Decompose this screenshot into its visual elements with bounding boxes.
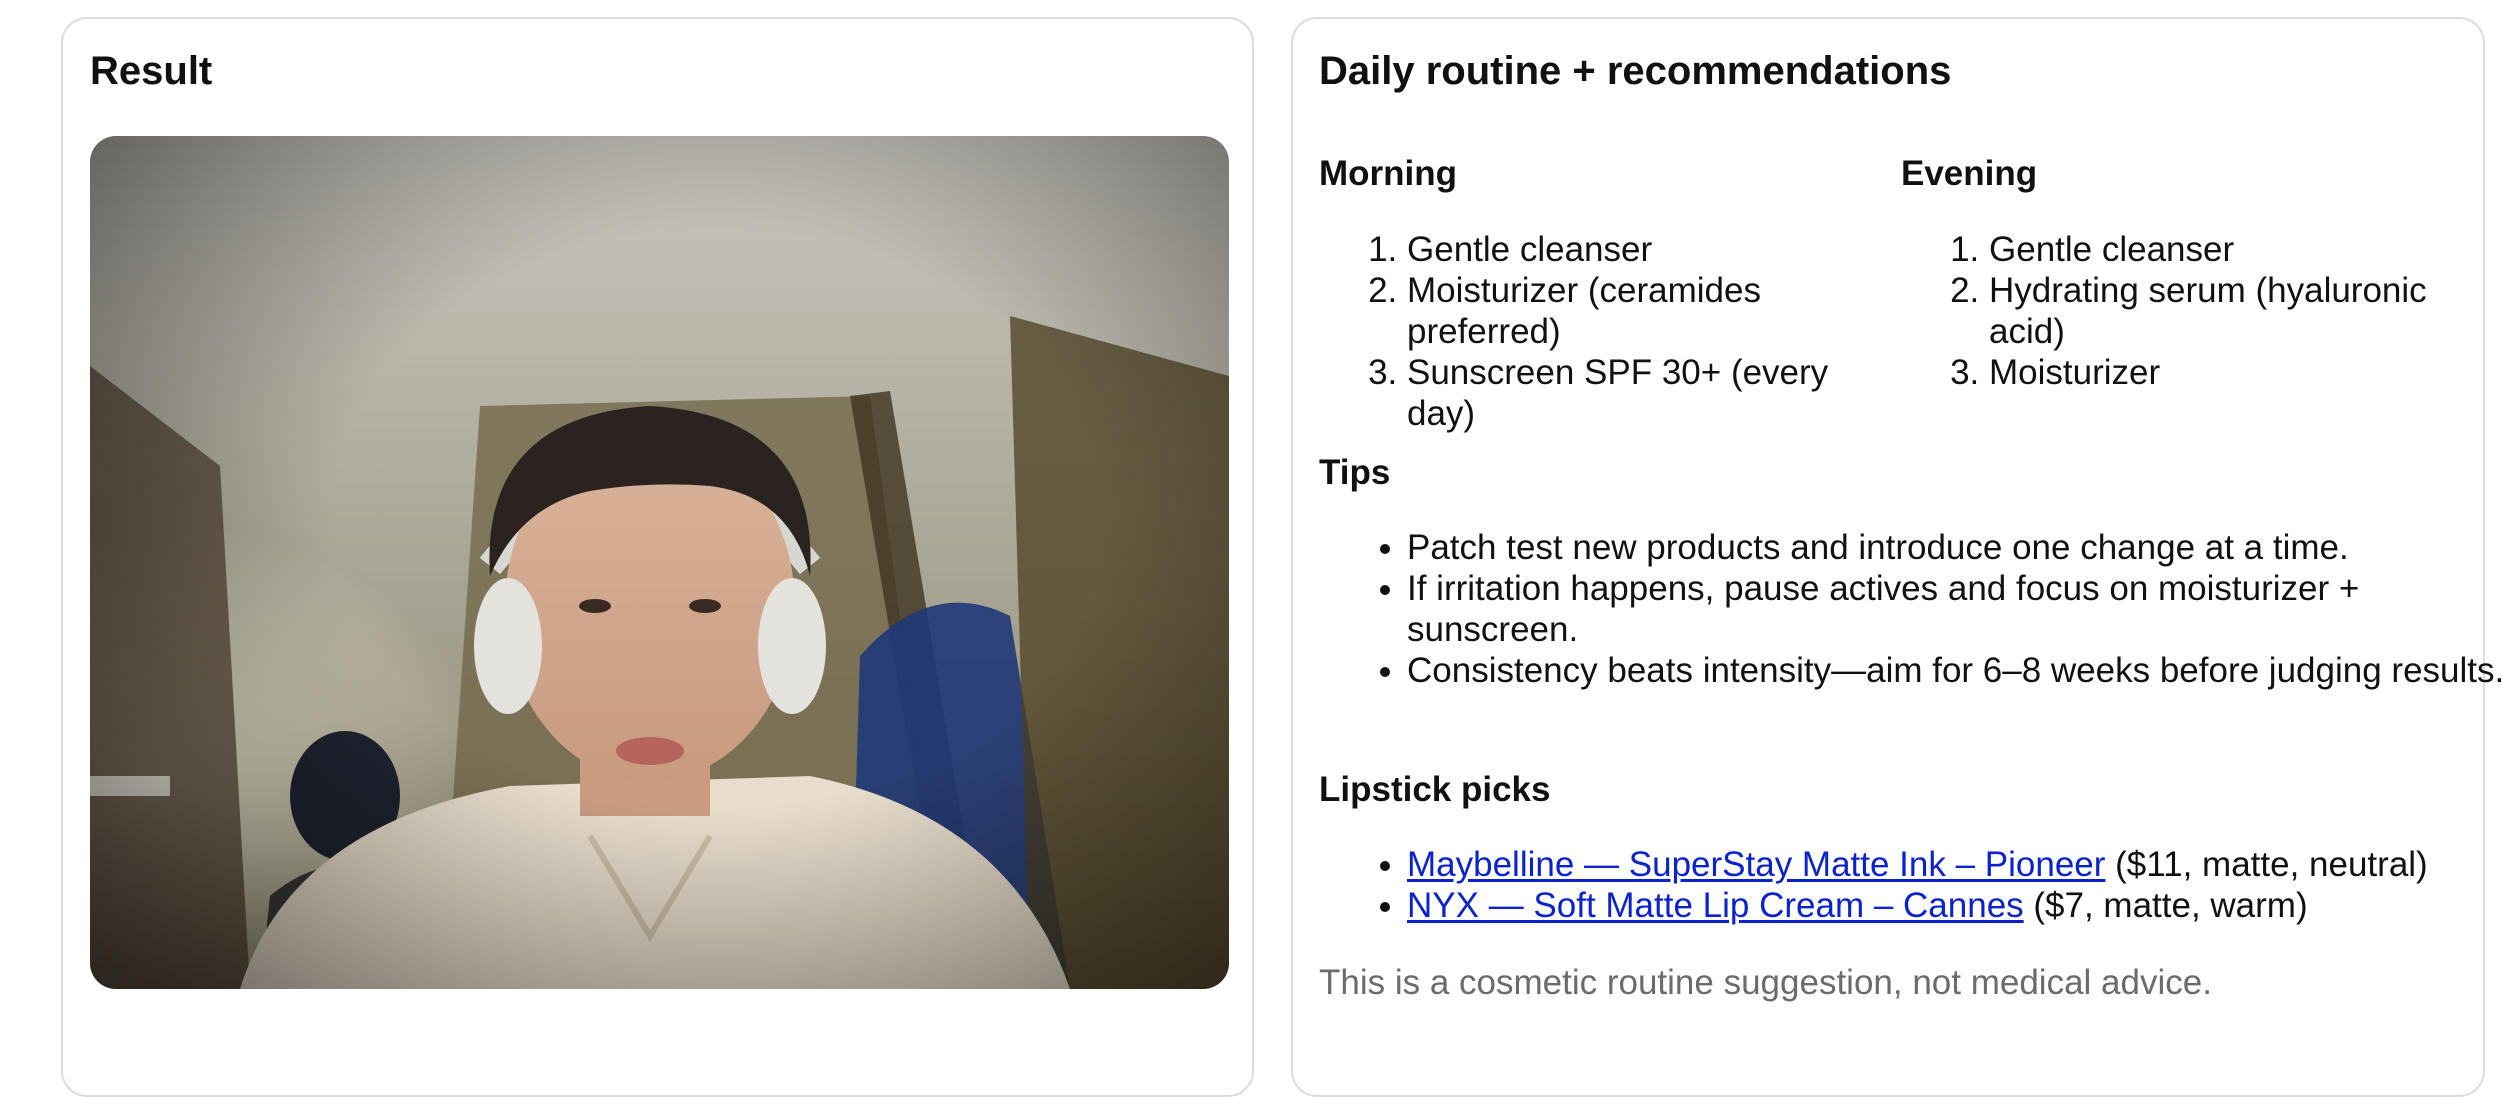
tips-heading: Tips <box>1319 453 1391 492</box>
evening-step: Gentle cleanser <box>1989 229 2471 270</box>
webcam-photo-image <box>90 136 1229 989</box>
lipstick-details: ($7, matte, warm) <box>2033 886 2308 925</box>
evening-step: Moisturizer <box>1989 352 2471 393</box>
tips-list: Patch test new products and introduce on… <box>1319 527 2502 691</box>
lipstick-link-maybelline[interactable]: Maybelline — SuperStay Matte Ink – Pione… <box>1407 845 2105 884</box>
routine-card: Daily routine + recommendations Morning … <box>1291 17 2502 1097</box>
lipstick-link-nyx[interactable]: NYX — Soft Matte Lip Cream – Cannes <box>1407 886 2024 925</box>
routine-title: Daily routine + recommendations <box>1319 49 1952 93</box>
evening-step: Hydrating serum (hyaluronic acid) <box>1989 270 2471 352</box>
tip-item: If irritation happens, pause actives and… <box>1407 568 2502 650</box>
tip-item: Patch test new products and introduce on… <box>1407 527 2502 568</box>
tip-item: Consistency beats intensity—aim for 6–8 … <box>1407 650 2502 691</box>
morning-heading: Morning <box>1319 154 1458 193</box>
lipstick-heading: Lipstick picks <box>1319 770 1551 809</box>
lipstick-details: ($11, matte, neutral) <box>2115 845 2428 884</box>
evening-heading: Evening <box>1901 154 2038 193</box>
lipstick-list: Maybelline — SuperStay Matte Ink – Pione… <box>1319 844 2502 926</box>
morning-step: Moisturizer (ceramides preferred) <box>1407 270 1859 352</box>
disclaimer-text: This is a cosmetic routine suggestion, n… <box>1319 963 2212 1002</box>
result-card: Result <box>61 17 1254 1097</box>
morning-steps-list: Gentle cleanser Moisturizer (ceramides p… <box>1319 229 1859 434</box>
lipstick-item: Maybelline — SuperStay Matte Ink – Pione… <box>1407 844 2502 885</box>
evening-steps-list: Gentle cleanser Hydrating serum (hyaluro… <box>1901 229 2471 393</box>
result-photo <box>90 136 1229 989</box>
morning-step: Gentle cleanser <box>1407 229 1859 270</box>
result-title: Result <box>90 49 213 93</box>
morning-step: Sunscreen SPF 30+ (every day) <box>1407 352 1859 434</box>
lipstick-item: NYX — Soft Matte Lip Cream – Cannes ($7,… <box>1407 885 2502 926</box>
